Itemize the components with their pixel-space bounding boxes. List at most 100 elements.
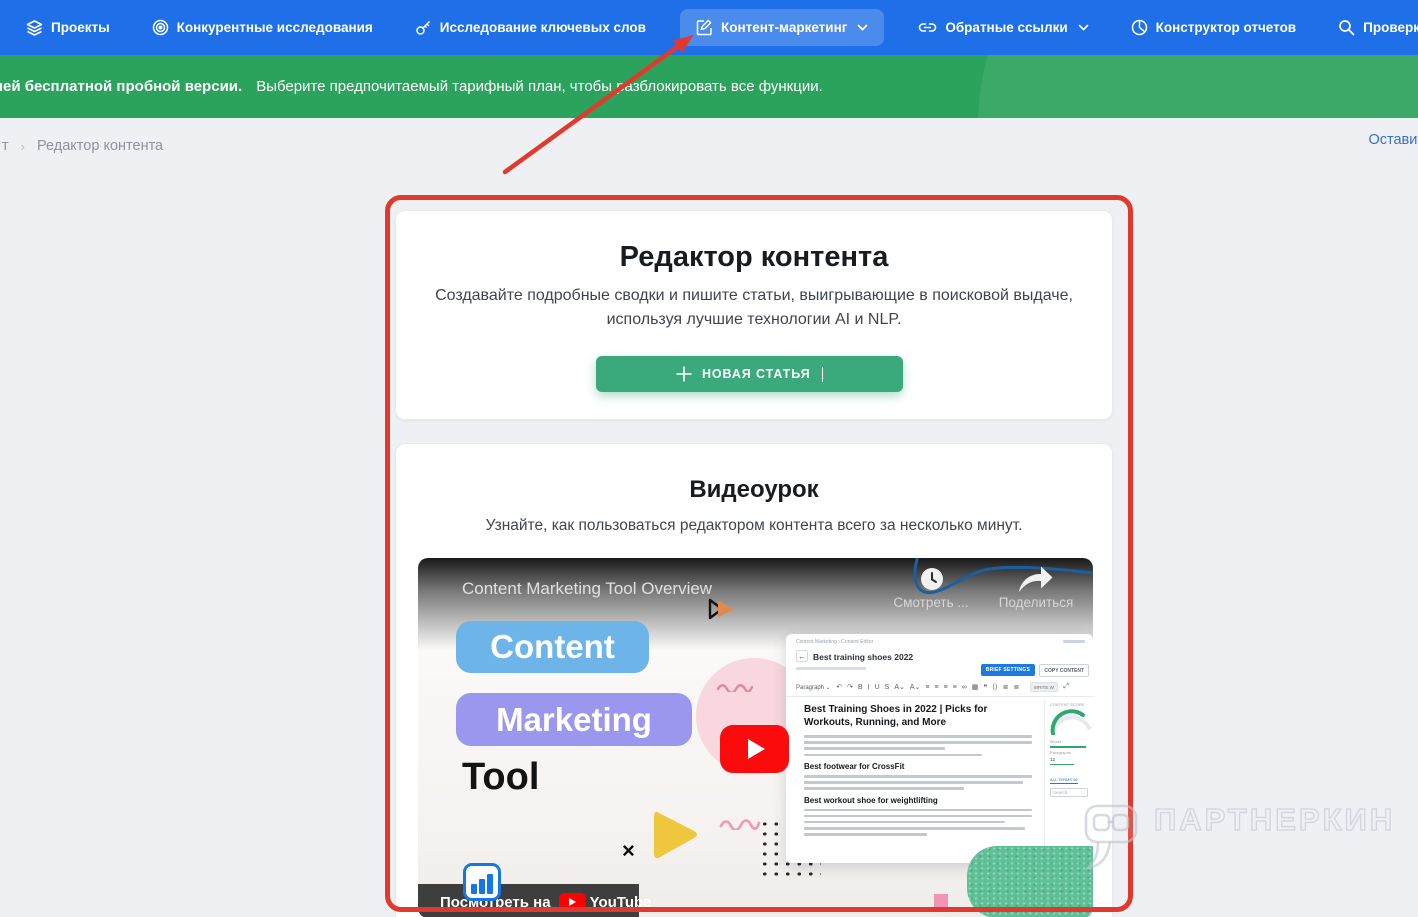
- play-logo-icon: [708, 598, 734, 620]
- pink-squiggle-decoration: [717, 684, 753, 692]
- nav-item-label: Обратные ссылки: [945, 20, 1068, 35]
- toolbar-icon: ▦: [971, 684, 979, 691]
- search-icon: [1339, 20, 1355, 36]
- expand-icon: ⤢: [1063, 683, 1070, 690]
- nav-item-keyword-research[interactable]: Исследование ключевых слов: [407, 9, 654, 46]
- text-caret: [821, 366, 824, 382]
- watch-later-clock-icon[interactable]: [920, 567, 944, 591]
- feedback-link[interactable]: Оставит: [1368, 132, 1418, 148]
- content-editor-card: Редактор контента Создавайте подробные с…: [395, 210, 1113, 420]
- divider: [786, 696, 1093, 697]
- toolbar-icon: ≡: [934, 684, 939, 691]
- trial-banner: ней бесплатной пробной версии. Выберите …: [0, 55, 1418, 118]
- pink-square-decoration: [934, 894, 948, 908]
- brief-settings-button: BRIEF SETTINGS: [980, 664, 1035, 676]
- page-subtitle-line2: используя лучшие технологии AI и NLP.: [606, 311, 902, 328]
- share-icon[interactable]: [1016, 564, 1054, 594]
- nav-item-projects[interactable]: Проекты: [18, 9, 118, 46]
- report-icon: [1131, 19, 1147, 36]
- toolbar-icon: U: [874, 684, 880, 691]
- editor-preview-sidebar: CONTENT SCORE Words Paragraphs 12 ALL TE…: [1044, 700, 1093, 863]
- nav-item-label: Контент-маркетинг: [720, 20, 848, 35]
- nav-item-onpage-seo-check[interactable]: Проверка SEO на странице: [1330, 9, 1418, 46]
- toolbar-icon: ↶: [836, 684, 843, 691]
- article-subheading: Best footwear for CrossFit: [804, 762, 905, 771]
- target-icon: [152, 19, 168, 36]
- page-subtitle-line1: Создавайте подробные сводки и пишите ста…: [435, 287, 1073, 304]
- toolbar-icon: A⌄: [909, 684, 921, 691]
- metric-rule: [1050, 763, 1074, 765]
- thumb-word-marketing: Marketing: [456, 693, 692, 746]
- paragraphs-label: Paragraphs: [1050, 750, 1072, 755]
- toolbar-icon: A⌄: [894, 684, 905, 691]
- nav-item-content-marketing[interactable]: Контент-маркетинг: [679, 9, 885, 46]
- layers-icon: [26, 20, 43, 36]
- close-icon[interactable]: ×: [622, 838, 635, 864]
- bar-chart-logo-icon: [463, 863, 501, 901]
- metric-rule: [1050, 746, 1086, 748]
- nav-item-label: Исследование ключевых слов: [439, 20, 646, 35]
- editor-preview-breadcrumb: Content Marketing › Content Editor: [796, 639, 874, 645]
- thumb-word-tool: Tool: [462, 756, 540, 798]
- toolbar-icon: ≡: [925, 684, 930, 691]
- share-label[interactable]: Поделиться: [988, 595, 1084, 610]
- back-arrow-icon: ←: [796, 650, 808, 662]
- app-canvas: Проекты Конкурентные исследования Исслед…: [0, 0, 1418, 917]
- edit-icon: [696, 19, 712, 36]
- youtube-wordmark: YouTube: [589, 893, 652, 911]
- toolbar-icons: ↶ ↷ B I U S A⌄ A⌄ ≡ ≡ ≡ ≡ ∞ ▦ ❝ ⟨⟩ ≣ ≣: [836, 683, 1024, 691]
- nav-item-report-builder[interactable]: Конструктор отчетов: [1123, 9, 1304, 46]
- nav-item-label: Проверка SEO на странице: [1363, 20, 1418, 35]
- watermark-text: ПАРТНЕРКИН: [1153, 801, 1396, 837]
- youtube-play-button[interactable]: [720, 725, 789, 773]
- toolbar-icon: ↷: [847, 684, 853, 691]
- video-title: Content Marketing Tool Overview: [462, 579, 713, 598]
- content-score-label: CONTENT SCORE: [1050, 703, 1085, 707]
- toolbar-write-button: WRITE W: [1029, 682, 1058, 692]
- breadcrumb-current: Редактор контента: [37, 138, 164, 154]
- breadcrumb-separator: ›: [20, 138, 25, 154]
- youtube-logo: YouTube: [558, 892, 652, 912]
- toolbar-icon: ≡: [943, 684, 948, 691]
- pink-squiggle-decoration: [719, 819, 761, 830]
- page-title: Редактор контента: [619, 241, 889, 273]
- breadcrumb-prev-fragment[interactable]: т: [2, 138, 9, 154]
- new-article-button-label: НОВАЯ СТАТЬЯ: [701, 367, 811, 381]
- nav-item-label: Проекты: [51, 20, 110, 35]
- article-subheading: Best workout shoe for weightlifting: [804, 795, 938, 805]
- all-terms-tab: ALL TERMS 56: [1050, 777, 1078, 784]
- watch-later-label[interactable]: Смотреть ...: [886, 595, 976, 610]
- play-triangle-icon: [748, 739, 765, 759]
- new-article-button[interactable]: НОВАЯ СТАТЬЯ: [596, 356, 903, 392]
- paragraph-dropdown: Paragraph ⌄: [796, 684, 831, 691]
- trial-banner-bold-text: ней бесплатной пробной версии.: [0, 78, 243, 95]
- editor-preview-meta-placeholder: [796, 667, 866, 670]
- youtube-play-icon: [558, 892, 586, 912]
- toolbar-icon: I: [867, 684, 870, 691]
- key-icon: [416, 20, 430, 35]
- editor-preview-toplink-placeholder: [1063, 640, 1085, 643]
- toolbar-icon: ≣: [1002, 684, 1009, 691]
- link-icon: [919, 23, 937, 32]
- article-heading: Best Training Shoes in 2022 | Picks for …: [804, 704, 988, 728]
- breadcrumb: т › Редактор контента: [0, 132, 1418, 160]
- green-texture-decoration: [967, 846, 1093, 917]
- editor-preview-screenshot: Content Marketing › Content Editor ← Bes…: [786, 634, 1093, 863]
- nav-item-label: Конструктор отчетов: [1155, 20, 1297, 35]
- top-nav: Проекты Конкурентные исследования Исслед…: [0, 0, 1418, 55]
- editor-preview-doc-title: Best training shoes 2022: [813, 652, 914, 662]
- trial-banner-text: Выберите предпочитаемый тарифный план, ч…: [256, 78, 823, 95]
- youtube-video-player[interactable]: Content Marketing › Content Editor ← Bes…: [418, 558, 1093, 917]
- chevron-down-icon: [1078, 24, 1089, 31]
- editor-preview-article: Best Training Shoes in 2022 | Picks for …: [804, 704, 1032, 839]
- toolbar-icon: B: [857, 684, 863, 691]
- nav-item-competitive-research[interactable]: Конкурентные исследования: [144, 9, 381, 46]
- watermark: ПАРТНЕРКИН: [1082, 798, 1395, 872]
- toolbar-icon: ⟨⟩: [992, 684, 998, 691]
- toolbar-icon: ≡: [952, 684, 957, 691]
- nav-item-backlinks[interactable]: Обратные ссылки: [910, 10, 1096, 45]
- watch-on-youtube-bar[interactable]: Посмотреть на YouTube: [418, 884, 652, 917]
- toolbar-icon: S: [884, 684, 890, 691]
- video-tutorial-card: Видеоурок Узнайте, как пользоваться реда…: [395, 443, 1113, 917]
- terms-search-input: Search: [1050, 788, 1088, 797]
